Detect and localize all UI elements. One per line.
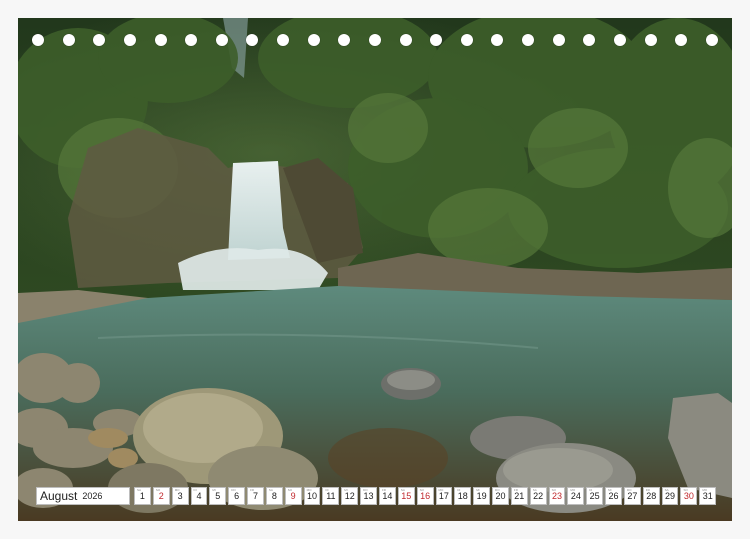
day-cell: DI 25 <box>586 487 604 505</box>
binding-hole <box>32 34 44 46</box>
day-cell: SO 9 <box>284 487 302 505</box>
day-cell: DI 4 <box>190 487 208 505</box>
month-label-box: August 2026 <box>36 487 130 505</box>
day-cell: SA 29 <box>661 487 679 505</box>
day-number: 6 <box>234 491 240 501</box>
day-cell: DI 11 <box>322 487 340 505</box>
binding-hole <box>644 34 657 46</box>
day-number: 31 <box>702 491 713 501</box>
binding-hole <box>705 34 718 46</box>
day-number: 30 <box>683 491 694 501</box>
month-year: 2026 <box>82 491 103 501</box>
day-number: 13 <box>363 491 374 501</box>
binding-hole <box>613 34 626 46</box>
day-number: 25 <box>589 491 600 501</box>
day-cell: MO 3 <box>171 487 189 505</box>
day-number: 10 <box>307 491 318 501</box>
binding-hole <box>675 34 688 46</box>
day-cell: DO 20 <box>492 487 509 505</box>
day-cell: FR 14 <box>378 487 396 505</box>
day-cell: SA 22 <box>529 487 547 505</box>
day-number: 11 <box>326 491 336 501</box>
day-number: 23 <box>551 491 562 501</box>
waterfall-photo <box>18 18 732 521</box>
month-calendar-strip: August 2026 SA 1 SO 2 MO 3 DI 4 MI 5 DO 6 FR 7 SA 8 SO 9 M… <box>36 487 717 505</box>
day-cell: FR 28 <box>642 487 660 505</box>
day-cells: SA 1 SO 2 MO 3 DI 4 MI 5 DO 6 FR 7 SA 8 SO 9 MO 10 DI 11 MI 12 D… <box>132 487 717 505</box>
day-cell: FR 21 <box>510 487 528 505</box>
day-cell: MO 17 <box>435 487 453 505</box>
day-cell: SO 2 <box>152 487 170 505</box>
calendar-page: August 2026 SA 1 SO 2 MO 3 DI 4 MI 5 DO 6 FR 7 SA 8 SO 9 M… <box>0 0 750 539</box>
binding-hole <box>552 34 565 46</box>
day-number: 19 <box>476 491 487 501</box>
day-number: 4 <box>196 491 202 501</box>
spiral-binding <box>18 30 732 50</box>
binding-hole <box>62 34 75 46</box>
day-cell: MI 19 <box>473 487 491 505</box>
day-number: 1 <box>139 491 145 501</box>
day-number: 17 <box>438 491 449 501</box>
day-number: 28 <box>646 491 657 501</box>
binding-hole <box>277 34 289 46</box>
day-number: 5 <box>215 491 221 501</box>
day-number: 22 <box>533 491 544 501</box>
binding-hole <box>338 34 351 46</box>
day-number: 26 <box>608 491 619 501</box>
day-cell: SO 30 <box>680 487 698 505</box>
month-name: August <box>40 489 78 503</box>
day-cell: SA 1 <box>134 487 151 505</box>
binding-hole <box>154 34 167 46</box>
waterfall-illustration <box>18 18 732 521</box>
day-cell: MI 26 <box>605 487 622 505</box>
binding-hole <box>307 34 320 46</box>
binding-hole <box>491 34 504 46</box>
binding-hole <box>215 34 228 46</box>
binding-hole <box>123 34 136 46</box>
day-cell: SO 16 <box>416 487 434 505</box>
binding-hole <box>399 34 412 46</box>
day-cell: DO 27 <box>623 487 641 505</box>
day-cell: DO 6 <box>228 487 246 505</box>
day-number: 12 <box>344 491 355 501</box>
binding-hole <box>430 34 443 46</box>
binding-hole <box>522 34 534 46</box>
day-number: 15 <box>401 491 412 501</box>
day-number: 18 <box>457 491 468 501</box>
day-cell: MO 31 <box>699 487 717 505</box>
day-number: 27 <box>627 491 638 501</box>
binding-hole <box>185 34 198 46</box>
day-cell: MO 24 <box>567 487 585 505</box>
day-cell: DI 18 <box>454 487 472 505</box>
day-cell: SA 8 <box>265 487 283 505</box>
day-cell: SA 15 <box>397 487 415 505</box>
binding-hole <box>246 34 259 46</box>
day-number: 16 <box>420 491 431 501</box>
day-cell: DO 13 <box>360 487 377 505</box>
day-cell: MI 5 <box>209 487 227 505</box>
day-number: 2 <box>158 491 164 501</box>
day-number: 24 <box>570 491 581 501</box>
day-cell: SO 23 <box>548 487 566 505</box>
binding-hole <box>368 34 381 46</box>
day-number: 3 <box>177 491 183 501</box>
day-number: 21 <box>514 491 525 501</box>
binding-hole <box>583 34 596 46</box>
day-number: 9 <box>290 491 296 501</box>
day-number: 29 <box>665 491 676 501</box>
day-number: 14 <box>382 491 393 501</box>
day-number: 20 <box>495 491 506 501</box>
binding-hole <box>93 34 106 46</box>
day-cell: FR 7 <box>247 487 264 505</box>
day-cell: MI 12 <box>341 487 359 505</box>
day-number: 8 <box>271 491 277 501</box>
binding-hole <box>460 34 473 46</box>
day-number: 7 <box>252 491 258 501</box>
day-cell: MO 10 <box>303 487 321 505</box>
